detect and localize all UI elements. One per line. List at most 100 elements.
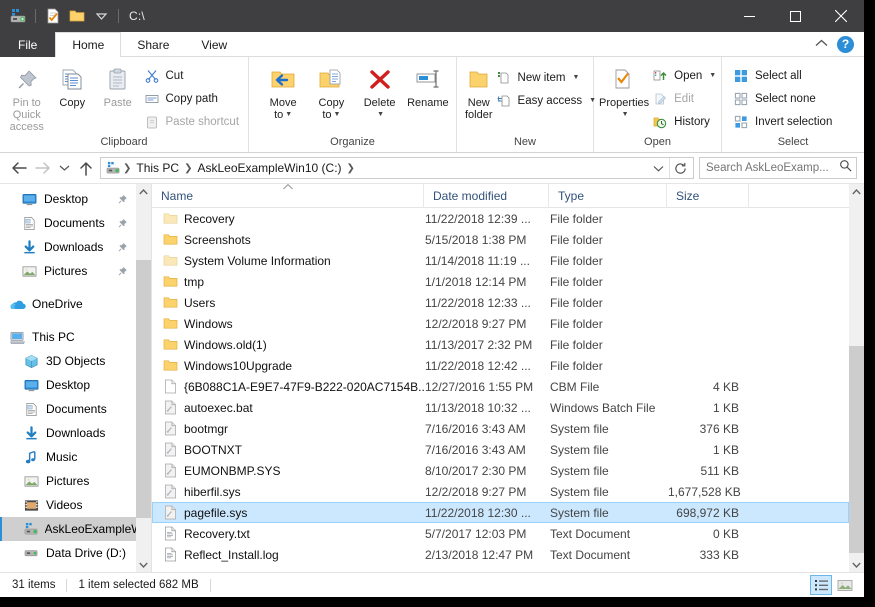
table-row[interactable]: Windows10Upgrade 11/22/2018 12:42 ... File… [152, 355, 849, 376]
address-dropdown-icon[interactable] [652, 164, 669, 173]
recent-locations-button[interactable] [55, 156, 74, 180]
pin-small-icon[interactable] [117, 242, 136, 253]
sidebar-item-music[interactable]: Music [0, 445, 136, 469]
table-row[interactable]: bootmgr 7/16/2016 3:43 AM System file 376 K… [152, 418, 849, 439]
pin-small-icon[interactable] [117, 218, 136, 229]
close-button[interactable] [818, 0, 864, 32]
tab-home[interactable]: Home [55, 32, 122, 57]
column-header-size[interactable]: Size [667, 183, 749, 208]
copy-path-button[interactable]: Copy path [141, 87, 245, 110]
table-row[interactable]: hiberfil.sys 12/2/2018 9:27 PM System file… [152, 481, 849, 502]
table-row[interactable]: autoexec.bat 11/13/2018 10:32 ... Windows … [152, 397, 849, 418]
copy-to-button[interactable]: Copy to ▼ [307, 60, 355, 121]
search-box[interactable] [699, 157, 857, 179]
search-input[interactable] [706, 162, 839, 174]
sidebar-item-data-drive-d[interactable]: Data Drive (D:) [0, 541, 136, 565]
table-row[interactable]: {6B088C1A-E9E7-47F9-B222-020AC7154B... 12… [152, 376, 849, 397]
minimize-button[interactable] [726, 0, 772, 32]
scroll-thumb[interactable] [136, 259, 151, 518]
new-folder-icon[interactable] [66, 5, 88, 27]
sidebar-item-3d-objects[interactable]: 3D Objects [0, 349, 136, 373]
new-folder-button[interactable]: New folder [465, 60, 493, 121]
sidebar-item-this-pc[interactable]: This PC [0, 325, 136, 349]
help-icon[interactable]: ? [837, 35, 854, 53]
tab-view[interactable]: View [185, 32, 243, 57]
sidebar-item-downloads[interactable]: Downloads [0, 421, 136, 445]
3d-objects-icon [24, 354, 46, 369]
table-row[interactable]: pagefile.sys 11/22/2018 12:30 ... System f… [152, 502, 849, 523]
table-row[interactable]: tmp 1/1/2018 12:14 PM File folder [152, 271, 849, 292]
cut-button[interactable]: Cut [141, 64, 245, 87]
easy-access-button[interactable]: Easy access ▼ [493, 89, 602, 112]
delete-button[interactable]: Delete ▼ [356, 60, 404, 121]
table-row[interactable]: Users 11/22/2018 12:33 ... File folder [152, 292, 849, 313]
navigation-pane-scrollbar[interactable] [136, 184, 151, 572]
pictures-icon [22, 264, 44, 279]
table-row[interactable]: Recovery.txt 5/7/2017 12:03 PM Text Docume… [152, 523, 849, 544]
up-button[interactable] [74, 156, 98, 180]
sidebar-item-documents[interactable]: Documents [0, 397, 136, 421]
table-row[interactable]: Screenshots 5/15/2018 1:38 PM File folder [152, 229, 849, 250]
sidebar-item-pictures[interactable]: Pictures [0, 469, 136, 493]
sidebar-item-askleoexamplew[interactable]: AskLeoExampleW [0, 517, 136, 541]
sidebar-item-pictures[interactable]: Pictures [0, 259, 136, 283]
sidebar-item-videos[interactable]: Videos [0, 493, 136, 517]
sidebar-item-desktop[interactable]: Desktop [0, 187, 136, 211]
paste-shortcut-button[interactable]: Paste shortcut [141, 110, 245, 133]
large-icons-view-button[interactable] [834, 575, 856, 595]
move-to-button[interactable]: Move to ▼ [259, 60, 307, 121]
breadcrumb-item-drive[interactable]: AskLeoExampleWin10 (C:) [194, 161, 344, 175]
select-all-button[interactable]: Select all [730, 64, 837, 87]
drive-icon[interactable] [7, 5, 29, 27]
sidebar-item-downloads[interactable]: Downloads [0, 235, 136, 259]
tab-file[interactable]: File [0, 32, 56, 57]
pin-to-quick-access-button[interactable]: Pin to Quick access [4, 60, 50, 133]
invert-selection-button[interactable]: Invert selection [730, 110, 837, 133]
maximize-button[interactable] [772, 0, 818, 32]
new-item-button[interactable]: New item ▼ [493, 66, 602, 89]
sidebar-item-documents[interactable]: Documents [0, 211, 136, 235]
pin-small-icon[interactable] [117, 194, 136, 205]
column-header-type[interactable]: Type [549, 183, 667, 208]
table-row[interactable]: EUMONBMP.SYS 8/10/2017 2:30 PM System file… [152, 460, 849, 481]
group-label-clipboard: Clipboard [100, 136, 148, 148]
table-row[interactable]: Reflect_Install.log 2/13/2018 12:47 PM Tex… [152, 544, 849, 565]
open-button[interactable]: Open ▼ [649, 64, 721, 87]
table-row[interactable]: Windows.old(1) 11/13/2017 2:32 PM File fol… [152, 334, 849, 355]
rename-button[interactable]: Rename [404, 60, 452, 109]
scroll-down-button[interactable] [136, 557, 151, 572]
scroll-up-button[interactable] [136, 184, 151, 199]
properties-icon[interactable] [42, 5, 64, 27]
collapse-ribbon-icon[interactable] [815, 35, 828, 53]
properties-button[interactable]: Properties ▼ [599, 60, 649, 121]
details-view-button[interactable] [810, 575, 832, 595]
breadcrumb-item-this-pc[interactable]: This PC [133, 161, 182, 175]
scroll-down-button[interactable] [849, 557, 864, 572]
forward-button[interactable] [31, 156, 55, 180]
scroll-thumb[interactable] [849, 345, 864, 554]
scroll-track[interactable] [849, 199, 864, 557]
column-header-date-modified[interactable]: Date modified [424, 183, 549, 208]
column-header-name[interactable]: Name [152, 183, 424, 208]
paste-button[interactable]: Paste [95, 60, 141, 109]
table-row[interactable]: Recovery 11/22/2018 12:39 ... File folder [152, 208, 849, 229]
back-button[interactable] [7, 156, 31, 180]
sidebar-item-onedrive[interactable]: OneDrive [0, 292, 136, 316]
copy-button[interactable]: Copy [50, 60, 96, 109]
file-list-scrollbar[interactable] [849, 184, 864, 572]
table-row[interactable]: System Volume Information 11/14/2018 11:1… [152, 250, 849, 271]
refresh-button[interactable] [669, 158, 691, 178]
scroll-up-button[interactable] [849, 184, 864, 199]
edit-button[interactable]: Edit [649, 87, 721, 110]
tab-share[interactable]: Share [121, 32, 185, 57]
sidebar-item-desktop[interactable]: Desktop [0, 373, 136, 397]
scroll-track[interactable] [136, 199, 151, 557]
table-row[interactable]: BOOTNXT 7/16/2016 3:43 AM System file 1 KB [152, 439, 849, 460]
search-icon[interactable] [839, 159, 852, 177]
pin-small-icon[interactable] [117, 266, 136, 277]
breadcrumb[interactable]: ❯ This PC ❯ AskLeoExampleWin10 (C:) ❯ [100, 157, 694, 179]
select-none-button[interactable]: Select none [730, 87, 837, 110]
table-row[interactable]: Windows 12/2/2018 9:27 PM File folder [152, 313, 849, 334]
customize-qat-icon[interactable] [90, 5, 112, 27]
history-button[interactable]: History [649, 110, 721, 133]
